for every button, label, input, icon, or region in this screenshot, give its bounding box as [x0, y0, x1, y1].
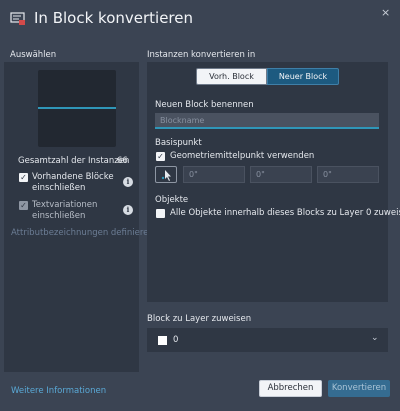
layer-dropdown[interactable]: 0 ⌄: [147, 328, 388, 352]
assign-layer0-label: Alle Objekte innerhalb dieses Blocks zu …: [170, 208, 400, 218]
more-info-link[interactable]: Weitere Informationen: [11, 386, 106, 396]
tab-existing-block[interactable]: Vorh. Block: [196, 68, 267, 85]
pick-point-button[interactable]: [155, 166, 177, 183]
assign-layer-label: Block zu Layer zuweisen: [147, 314, 252, 324]
define-attribute-labels-link[interactable]: Attributbezeichnungen definieren: [11, 228, 154, 238]
close-icon[interactable]: ×: [381, 6, 390, 19]
dialog-title: In Block konvertieren: [34, 9, 193, 27]
block-name-input[interactable]: [155, 113, 379, 129]
use-geometry-center-label: Geometriemittelpunkt verwenden: [170, 151, 315, 161]
convert-button[interactable]: Konvertieren: [328, 380, 390, 397]
info-icon[interactable]: i: [123, 177, 133, 187]
base-point-y-field[interactable]: 0": [250, 166, 312, 183]
objects-label: Objekte: [155, 195, 189, 205]
instances-count-value: 66: [117, 156, 128, 166]
use-geometry-center-checkbox[interactable]: ✓: [156, 152, 165, 161]
layer-value: 0: [173, 335, 179, 345]
include-text-variations-label: Textvariationen einschließen: [32, 200, 98, 221]
select-section-label: Auswählen: [10, 50, 57, 60]
base-point-label: Basispunkt: [155, 138, 202, 148]
convert-block-app-icon: [10, 12, 26, 26]
include-text-variations-checkbox[interactable]: ✓: [19, 201, 28, 210]
pick-point-icon: [161, 170, 171, 181]
cancel-button[interactable]: Abbrechen: [259, 380, 322, 397]
preview-geometry-line: [38, 107, 116, 109]
tab-new-block[interactable]: Neuer Block: [267, 68, 339, 85]
info-icon[interactable]: i: [123, 205, 133, 215]
assign-layer0-checkbox[interactable]: [156, 209, 165, 218]
layer-color-swatch: [158, 336, 167, 345]
convert-to-section-label: Instanzen konvertieren in: [147, 50, 256, 60]
instances-count-label: Gesamtzahl der Instanzen: [18, 156, 130, 166]
include-existing-blocks-label: Vorhandene Blöcke einschließen: [32, 172, 114, 193]
block-name-label: Neuen Block benennen: [155, 100, 254, 110]
block-preview: [38, 70, 116, 147]
base-point-x-field[interactable]: 0": [183, 166, 245, 183]
include-existing-blocks-checkbox[interactable]: ✓: [19, 173, 28, 182]
base-point-z-field[interactable]: 0": [317, 166, 379, 183]
chevron-down-icon: ⌄: [371, 333, 379, 343]
